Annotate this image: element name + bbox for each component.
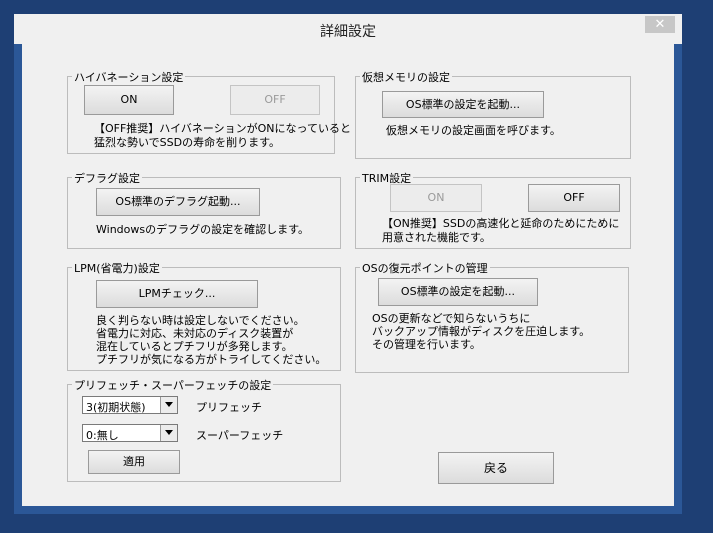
- hibernation-off-button[interactable]: OFF: [230, 85, 320, 115]
- virtual-memory-group-title: 仮想メモリの設定: [360, 69, 452, 85]
- hibernation-on-button[interactable]: ON: [84, 85, 174, 115]
- trim-on-button[interactable]: ON: [390, 184, 482, 212]
- restore-desc-2: バックアップ情報がディスクを圧迫します。: [372, 325, 591, 338]
- lpm-desc-1: 良く判らない時は設定しないでください。: [96, 314, 305, 327]
- trim-off-button[interactable]: OFF: [528, 184, 620, 212]
- hibernation-group-title: ハイバネーション設定: [72, 69, 186, 85]
- virtual-memory-group: 仮想メモリの設定 OS標準の設定を起動... 仮想メモリの設定画面を呼びます。: [355, 69, 631, 159]
- defrag-group-title: デフラグ設定: [72, 170, 142, 186]
- prefetch-select-value: 3(初期状態): [86, 401, 146, 414]
- dialog-client-area: ハイバネーション設定 ON OFF 【OFF推奨】ハイバネーションがONになって…: [22, 44, 674, 506]
- superfetch-label: スーパーフェッチ: [196, 429, 284, 442]
- chevron-down-icon[interactable]: [160, 397, 177, 413]
- lpm-desc-3: 混在しているとプチフリが多発します。: [96, 340, 293, 353]
- settings-window: 詳細設定 ✕ ハイバネーション設定 ON OFF 【OFF推奨】ハイバネーション…: [14, 14, 682, 514]
- lpm-desc-4: プチフリが気になる方がトライしてください。: [96, 353, 327, 366]
- back-button[interactable]: 戻る: [438, 452, 554, 484]
- prefetch-label: プリフェッチ: [196, 401, 262, 414]
- hibernation-desc-1: 【OFF推奨】ハイバネーションがONになっていると: [94, 122, 351, 135]
- trim-desc-2: 用意された機能です。: [382, 231, 491, 244]
- chevron-down-icon[interactable]: [160, 425, 177, 441]
- restore-point-group: OSの復元ポイントの管理 OS標準の設定を起動... OSの更新などで知らないう…: [355, 260, 629, 373]
- restore-desc-1: OSの更新などで知らないうちに: [372, 312, 531, 325]
- defrag-desc: Windowsのデフラグの設定を確認します。: [96, 223, 310, 236]
- virtual-memory-settings-button[interactable]: OS標準の設定を起動...: [382, 91, 544, 118]
- superfetch-select[interactable]: 0:無し: [82, 424, 178, 442]
- prefetch-group: プリフェッチ・スーパーフェッチの設定 3(初期状態) プリフェッチ 0:無し ス…: [67, 377, 341, 482]
- lpm-desc-2: 省電力に対応、未対応のディスク装置が: [96, 327, 294, 340]
- trim-desc-1: 【ON推奨】SSDの高速化と延命のためにために: [382, 217, 620, 230]
- prefetch-group-title: プリフェッチ・スーパーフェッチの設定: [72, 377, 274, 393]
- title-bar[interactable]: 詳細設定 ✕: [14, 14, 682, 44]
- lpm-group: LPM(省電力)設定 LPMチェック... 良く判らない時は設定しないでください…: [67, 260, 341, 371]
- lpm-group-title: LPM(省電力)設定: [72, 260, 162, 276]
- window-title: 詳細設定: [320, 24, 376, 40]
- superfetch-select-value: 0:無し: [86, 429, 119, 442]
- close-icon[interactable]: ✕: [645, 16, 675, 33]
- virtual-memory-desc: 仮想メモリの設定画面を呼びます。: [386, 124, 561, 137]
- hibernation-desc-2: 猛烈な勢いでSSDの寿命を削ります。: [94, 136, 281, 149]
- restore-settings-button[interactable]: OS標準の設定を起動...: [378, 278, 538, 306]
- trim-group: TRIM設定 ON OFF 【ON推奨】SSDの高速化と延命のためにために 用意…: [355, 170, 631, 249]
- prefetch-select[interactable]: 3(初期状態): [82, 396, 178, 414]
- restore-point-group-title: OSの復元ポイントの管理: [360, 260, 490, 276]
- defrag-launch-button[interactable]: OS標準のデフラグ起動...: [96, 188, 260, 216]
- defrag-group: デフラグ設定 OS標準のデフラグ起動... Windowsのデフラグの設定を確認…: [67, 170, 341, 249]
- hibernation-group: ハイバネーション設定 ON OFF 【OFF推奨】ハイバネーションがONになって…: [67, 69, 351, 154]
- lpm-check-button[interactable]: LPMチェック...: [96, 280, 258, 308]
- apply-button[interactable]: 適用: [88, 450, 180, 474]
- restore-desc-3: その管理を行います。: [372, 338, 481, 351]
